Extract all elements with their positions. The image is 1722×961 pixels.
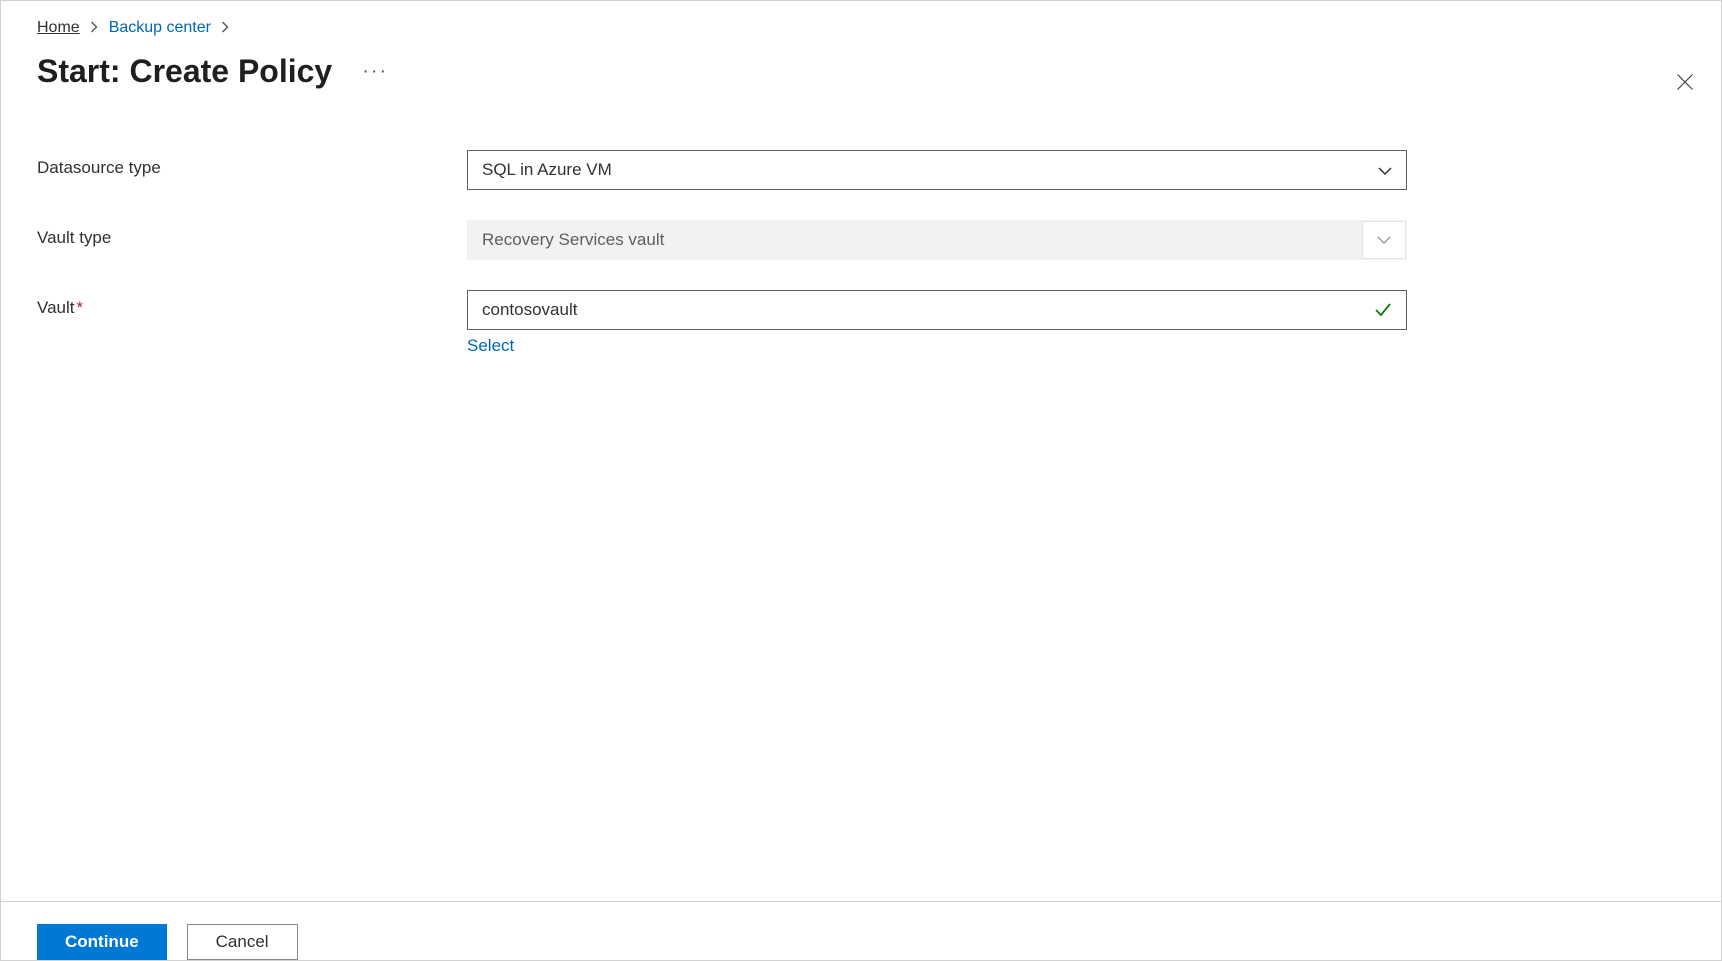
form-section: Datasource type SQL in Azure VM Vault ty… [37, 150, 1437, 356]
vault-select-link[interactable]: Select [467, 336, 1407, 356]
vault-type-value: Recovery Services vault [482, 230, 664, 250]
chevron-right-icon [90, 20, 99, 36]
close-button[interactable] [1673, 71, 1697, 95]
page-header: Start: Create Policy ··· [37, 53, 1685, 90]
cancel-button[interactable]: Cancel [187, 924, 298, 960]
datasource-type-row: Datasource type SQL in Azure VM [37, 150, 1437, 190]
vault-type-row: Vault type Recovery Services vault [37, 220, 1437, 260]
chevron-down-icon [1362, 221, 1406, 259]
chevron-right-icon [221, 20, 230, 36]
required-indicator: * [77, 298, 84, 317]
page-title: Start: Create Policy [37, 53, 332, 90]
close-icon [1675, 72, 1695, 95]
datasource-type-label: Datasource type [37, 150, 467, 178]
vault-type-dropdown: Recovery Services vault [467, 220, 1407, 260]
vault-label: Vault* [37, 290, 467, 318]
more-actions-button[interactable]: ··· [362, 60, 388, 83]
breadcrumb-backup-center[interactable]: Backup center [109, 19, 211, 37]
vault-label-text: Vault [37, 298, 75, 317]
chevron-down-icon [1378, 163, 1392, 177]
vault-value: contosovault [482, 300, 577, 320]
check-icon [1374, 301, 1392, 319]
breadcrumb-home[interactable]: Home [37, 19, 80, 37]
vault-type-label: Vault type [37, 220, 467, 248]
vault-input[interactable]: contosovault [467, 290, 1407, 330]
vault-row: Vault* contosovault Select [37, 290, 1437, 356]
datasource-type-dropdown[interactable]: SQL in Azure VM [467, 150, 1407, 190]
breadcrumb: Home Backup center [37, 19, 1685, 37]
datasource-type-value: SQL in Azure VM [482, 160, 612, 180]
footer-bar: Continue Cancel [1, 901, 1721, 960]
continue-button[interactable]: Continue [37, 924, 167, 960]
